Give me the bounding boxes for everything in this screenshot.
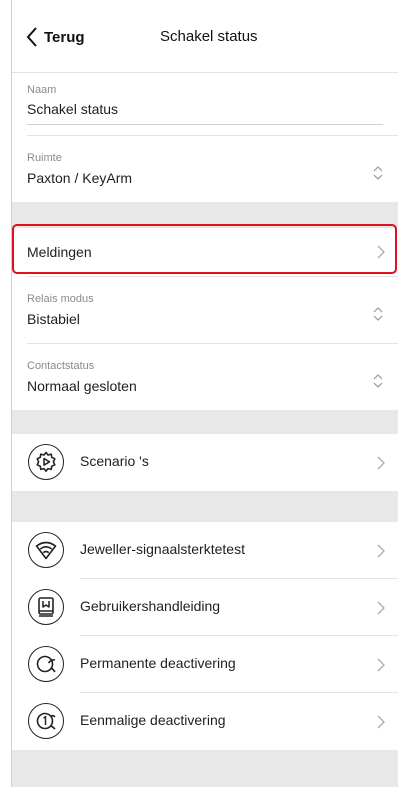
back-button[interactable]: Terug (26, 27, 85, 47)
divider (27, 276, 398, 277)
divider (27, 343, 398, 344)
one-time-deactivation-label: Eenmalige deactivering (80, 712, 226, 728)
chevron-right-icon (377, 544, 385, 558)
contact-status-select[interactable]: Contactstatus Normaal gesloten (12, 343, 398, 410)
book-icon (28, 589, 64, 625)
select-arrows-icon (373, 166, 383, 180)
chevron-right-icon (377, 245, 385, 259)
contact-status-value: Normaal gesloten (27, 378, 137, 394)
top-bar: Terug Schakel status (12, 0, 398, 73)
scenarios-row[interactable]: Scenario 's (12, 434, 398, 491)
relay-mode-select[interactable]: Relais modus Bistabiel (12, 276, 398, 343)
settings-screen: Terug Schakel status Naam Schakel status… (11, 0, 398, 787)
relay-mode-label: Relais modus (27, 293, 94, 305)
chevron-right-icon (377, 658, 385, 672)
chevron-right-icon (377, 456, 385, 470)
chevron-right-icon (377, 601, 385, 615)
permanent-deactivation-icon (28, 646, 64, 682)
back-label: Terug (44, 28, 85, 46)
permanent-deactivation-label: Permanente deactivering (80, 655, 236, 671)
notifications-row[interactable]: Meldingen (12, 228, 398, 276)
name-field[interactable]: Naam Schakel status (12, 73, 398, 135)
name-value[interactable]: Schakel status (27, 101, 118, 117)
user-manual-row[interactable]: Gebruikershandleiding (12, 579, 398, 636)
select-arrows-icon (373, 307, 383, 321)
notifications-label: Meldingen (27, 244, 92, 260)
name-underline (27, 124, 383, 125)
one-time-deactivation-row[interactable]: Eenmalige deactivering (12, 693, 398, 750)
jeweller-test-label: Jeweller-signaalsterktetest (80, 541, 245, 557)
contact-status-label: Contactstatus (27, 360, 95, 372)
permanent-deactivation-row[interactable]: Permanente deactivering (12, 636, 398, 693)
room-label: Ruimte (27, 152, 62, 164)
divider (27, 135, 398, 136)
wifi-signal-icon (28, 532, 64, 568)
chevron-right-icon (377, 715, 385, 729)
name-label: Naam (27, 84, 57, 96)
jeweller-test-row[interactable]: Jeweller-signaalsterktetest (12, 522, 398, 579)
one-time-deactivation-icon (28, 703, 64, 739)
room-select[interactable]: Ruimte Paxton / KeyArm (12, 135, 398, 202)
relay-mode-value: Bistabiel (27, 311, 80, 327)
scenario-icon (28, 444, 64, 480)
page-title: Schakel status (160, 28, 258, 45)
chevron-left-icon (26, 27, 37, 47)
room-value: Paxton / KeyArm (27, 170, 133, 186)
user-manual-label: Gebruikershandleiding (80, 598, 221, 614)
select-arrows-icon (373, 374, 383, 388)
scenarios-label: Scenario 's (80, 453, 149, 469)
